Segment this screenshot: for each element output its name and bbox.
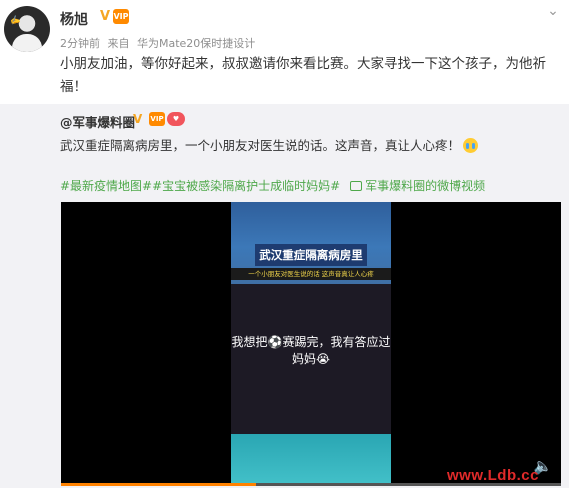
repost-badges: V VIP ♥ <box>133 112 185 126</box>
repost-text: 武汉重症隔离病房里，一个小朋友对医生说的话。这声音，真让人心疼！ <box>60 135 479 154</box>
topic-link-nurse-mom[interactable]: #宝宝被感染隔离护士成临时妈妈# <box>152 179 340 193</box>
post-text: 小朋友加油，等你好起来，叔叔邀请你来看比赛。大家寻找一下这个孩子，为他祈福！ <box>60 56 546 95</box>
video-frame-bottom <box>231 434 391 486</box>
post-header: ✍ 杨旭 V VIP ⌄ 2分钟前 来自 华为Mate20保时捷设计 小朋友加油… <box>0 0 569 100</box>
repost-text-content: 武汉重症隔离病房里，一个小朋友对医生说的话。这声音，真让人心疼！ <box>60 138 461 153</box>
video-source-link[interactable]: 军事爆料圈的微博视频 <box>365 179 485 193</box>
post-meta: 2分钟前 来自 华为Mate20保时捷设计 <box>60 35 259 51</box>
chevron-down-icon[interactable]: ⌄ <box>542 2 564 20</box>
repost-topics: #最新疫情地图##宝宝被感染隔离护士成临时妈妈# 军事爆料圈的微博视频 <box>60 177 485 194</box>
video-frame: 武汉重症隔离病房里 一个小朋友对医生说的话 这声音真让人心疼 我想把⚽赛踢完，我… <box>231 202 391 486</box>
crying-emoji-icon <box>463 138 479 153</box>
post-time[interactable]: 2分钟前 <box>60 37 100 50</box>
video-banner-title: 武汉重症隔离病房里 <box>255 244 367 266</box>
video-camera-icon <box>350 181 363 191</box>
vip-badge-icon: VIP <box>149 112 165 126</box>
avatar[interactable]: ✍ <box>4 6 50 52</box>
post-author-name[interactable]: 杨旭 <box>60 9 88 29</box>
video-progress-fill <box>61 483 256 486</box>
post-device[interactable]: 华为Mate20保时捷设计 <box>137 37 255 50</box>
heart-badge-icon: ♥ <box>167 112 185 126</box>
post-from-label: 来自 <box>107 37 130 50</box>
topic-link-epidemic-map[interactable]: #最新疫情地图# <box>60 179 152 193</box>
video-player[interactable]: 武汉重症隔离病房里 一个小朋友对医生说的话 这声音真让人心疼 我想把⚽赛踢完，我… <box>61 202 561 486</box>
video-caption: 我想把⚽赛踢完，我有答应过妈妈😭 <box>231 335 391 366</box>
site-watermark: www.Ldb.cc <box>447 467 539 484</box>
vip-badge-icon: VIP <box>113 9 129 24</box>
repost-author-name[interactable]: @军事爆料圈 <box>60 112 135 131</box>
verified-badge-icon: V <box>133 112 143 126</box>
repost-card: @军事爆料圈 V VIP ♥ 武汉重症隔离病房里，一个小朋友对医生说的话。这声音… <box>0 104 569 488</box>
avatar-shirt <box>12 34 42 52</box>
video-banner-strip: 一个小朋友对医生说的话 这声音真让人心疼 <box>231 268 391 280</box>
avatar-signature: ✍ <box>8 14 22 27</box>
